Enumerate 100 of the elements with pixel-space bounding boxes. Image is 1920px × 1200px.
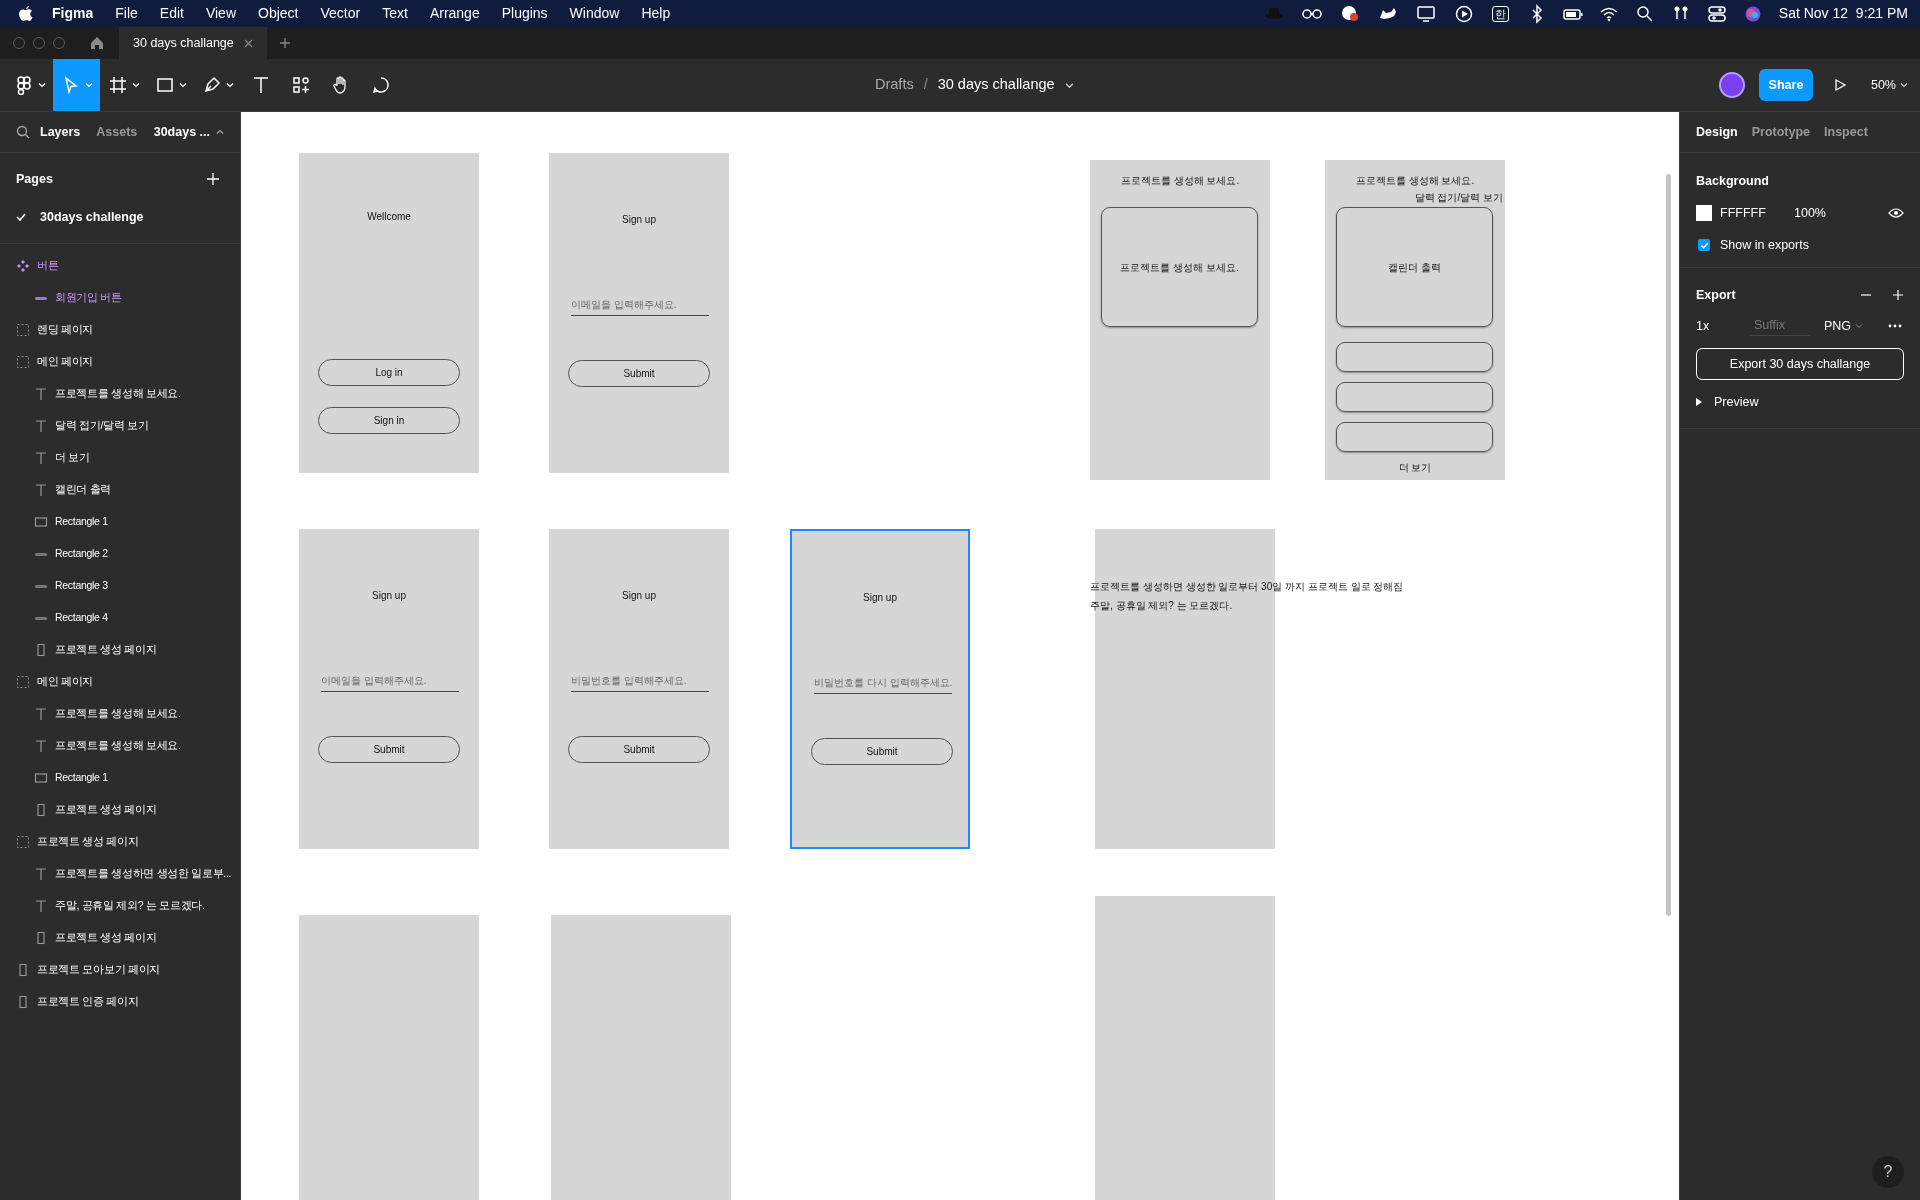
layer-item[interactable]: 달력 접기/달력 보기 (0, 410, 240, 442)
caret-icon (131, 81, 140, 89)
scale-value[interactable]: 1x (1696, 316, 1750, 336)
caret-up-icon (216, 128, 224, 136)
wireframe-title: Sign up (372, 589, 406, 603)
search-icon[interactable] (16, 125, 30, 139)
file-tab[interactable]: 30 days challange (119, 27, 267, 59)
wireframe-title: Sign up (622, 213, 656, 227)
search-icon[interactable] (1634, 3, 1655, 24)
artboard[interactable]: Sign up 비밀번호를 입력해주세요. Submit (549, 529, 729, 849)
panel-tab[interactable]: Layers (40, 122, 81, 142)
layer-item[interactable]: 프로젝트 모아보기 페이지 (0, 954, 240, 986)
help-button[interactable]: ? (1872, 1156, 1904, 1188)
checkbox-label: Show in exports (1720, 236, 1809, 254)
text-icon (34, 451, 48, 465)
caret-icon (1900, 81, 1908, 89)
preview-toggle[interactable]: Preview (1696, 384, 1759, 420)
layer-item[interactable]: 프로젝트 생성 페이지 (0, 794, 240, 826)
layer-item[interactable]: 더 보기 (0, 442, 240, 474)
menu-item[interactable]: Help (641, 3, 671, 24)
layer-item[interactable]: Rectangle 1 (0, 506, 240, 538)
card-text: 캘린더 출력 (1388, 260, 1441, 275)
dashed-frame-icon (16, 675, 30, 689)
artboard[interactable]: 프로젝트를 생성해 보세요. 프로젝트를 생성해 보세요. (1090, 160, 1270, 480)
panel-tab[interactable]: Design (1696, 122, 1738, 142)
comment-icon (371, 75, 391, 95)
checkbox[interactable] (1698, 239, 1710, 251)
play-circle-icon[interactable] (1453, 3, 1474, 24)
close-icon[interactable] (243, 38, 253, 48)
layer-item[interactable]: 주말, 공휴일 제외? 는 모르겠다. (0, 890, 240, 922)
opacity-value[interactable]: 100% (1794, 203, 1826, 223)
suffix-field[interactable]: Suffix (1750, 316, 1810, 336)
apple-icon[interactable] (18, 4, 34, 23)
check-icon (16, 212, 26, 222)
layer-item[interactable]: 프로젝트 인증 페이지 (0, 986, 240, 1018)
menu-item[interactable]: Window (569, 3, 620, 24)
page-menu[interactable]: 30days ... (153, 122, 224, 142)
play-icon[interactable] (1832, 78, 1847, 92)
control-center-icon[interactable] (1706, 3, 1727, 24)
panel-tab[interactable]: Inspect (1824, 122, 1868, 142)
artboard[interactable]: 프로젝트를 생성해 보세요. 달력 접기/달력 보기 캘린더 출력 더 보기 (1325, 160, 1505, 480)
layer-item[interactable]: Rectangle 3 (0, 570, 240, 602)
layer-item[interactable]: 렌딩 페이지 (0, 314, 240, 346)
layer-item[interactable]: 프로젝트를 생성해 보세요. (0, 730, 240, 762)
layer-item[interactable]: 캘린더 출력 (0, 474, 240, 506)
panel-tab[interactable]: Assets (96, 122, 138, 142)
layer-item[interactable]: 메인 페이지 (0, 346, 240, 378)
chat-icon[interactable] (1339, 3, 1360, 24)
artboard[interactable]: Sign up 이메일을 입력해주세요. Submit (299, 529, 479, 849)
avatar[interactable] (1718, 72, 1745, 98)
input-source-indicator[interactable]: 한 (1491, 5, 1509, 22)
check-icon (1699, 240, 1709, 250)
file-name-menu[interactable]: 30 days challange (937, 74, 1074, 96)
menu-item[interactable]: Vector (320, 3, 361, 24)
clock[interactable]: Sat Nov 12 9:21 PM (1778, 3, 1908, 24)
eye-icon[interactable] (1888, 207, 1904, 219)
artboard[interactable]: Wellcome Log in Sign in (299, 153, 479, 473)
menu-item[interactable]: Plugins (501, 3, 548, 24)
plus-icon[interactable] (278, 37, 291, 49)
layer-item[interactable]: 프로젝트 생성 페이지 (0, 634, 240, 666)
layer-item[interactable]: 프로젝트 생성 페이지 (0, 826, 240, 858)
layer-item[interactable]: 회원기입 버튼 (0, 282, 240, 314)
layer-item[interactable]: 프로젝트를 생성해 보세요. (0, 378, 240, 410)
page-item[interactable]: 30days challenge (0, 201, 240, 233)
monitor-icon[interactable] (1415, 3, 1436, 24)
layer-item[interactable]: 메인 페이지 (0, 666, 240, 698)
home-icon[interactable] (89, 35, 105, 51)
layer-item[interactable]: Rectangle 2 (0, 538, 240, 570)
menu-item[interactable]: Object (258, 3, 299, 24)
breadcrumb-link[interactable]: Drafts (875, 74, 914, 96)
hex-value[interactable]: FFFFFF (1720, 203, 1794, 223)
note-text: 프로젝트를 생성하면 생성한 일로부터 30일 까지 프로젝트 일로 정해짐 (1090, 580, 1404, 594)
color-swatch[interactable] (1696, 205, 1712, 221)
layer-item[interactable]: 프로젝트 생성 페이지 (0, 922, 240, 954)
export-button[interactable]: Export 30 days challange (1696, 348, 1904, 380)
format-dropdown[interactable]: PNG (1824, 316, 1864, 336)
artboard[interactable]: Sign up 이메일을 입력해주세요. Submit (549, 153, 729, 473)
panel-tab[interactable]: Prototype (1751, 122, 1811, 142)
frame-icon (107, 75, 128, 95)
menu-item[interactable]: Edit (159, 3, 184, 24)
layer-item[interactable]: 버튼 (0, 250, 240, 282)
layer-item[interactable]: Rectangle 1 (0, 762, 240, 794)
menu-item[interactable]: View (205, 3, 236, 24)
app-menu[interactable]: Figma (52, 3, 94, 24)
phone-frame-icon (16, 995, 30, 1009)
phone-frame-icon (16, 963, 30, 977)
zoom-menu[interactable]: 50% (1870, 75, 1908, 95)
section-heading: Export (1696, 286, 1736, 304)
layer-item[interactable]: Rectangle 4 (0, 602, 240, 634)
menu-item[interactable]: Text (382, 3, 408, 24)
dashed-frame-icon (16, 355, 30, 369)
menu-item[interactable]: Arrange (429, 3, 480, 24)
menu-item[interactable]: File (115, 3, 138, 24)
layer-item[interactable]: 프로젝트를 생성하면 생성한 일로부... (0, 858, 240, 890)
text-icon (34, 707, 48, 721)
layer-item[interactable]: 프로젝트를 생성해 보세요. (0, 698, 240, 730)
scrollbar[interactable] (1666, 174, 1671, 916)
note-text: 주말, 공휴일 제외? 는 모르겠다. (1090, 599, 1233, 613)
artboard[interactable]: Sign up 비밀번호를 다시 입력해주세요. Submit (790, 529, 970, 849)
more-icon[interactable] (1888, 324, 1902, 328)
